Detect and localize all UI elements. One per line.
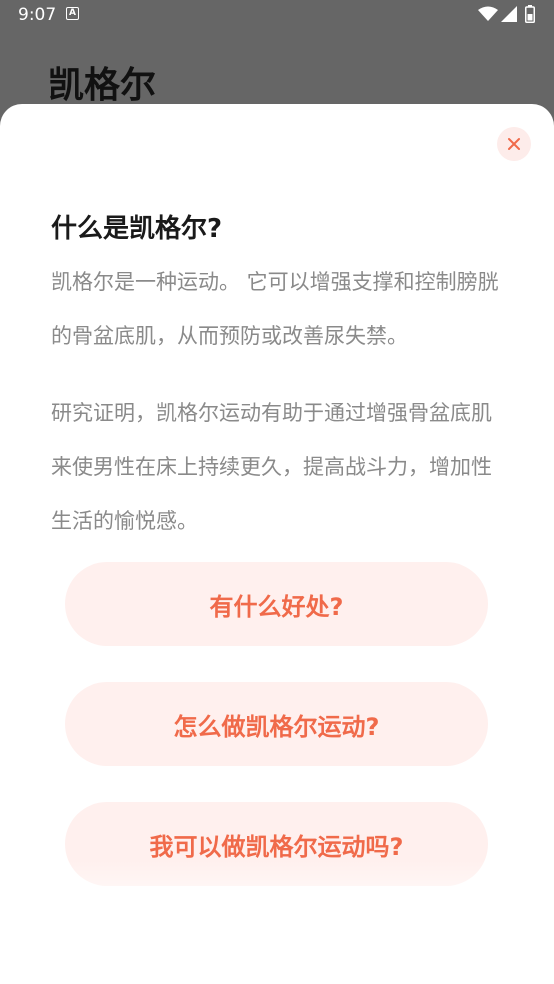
battery-icon <box>525 5 535 27</box>
benefits-button[interactable]: 有什么好处? <box>65 562 488 646</box>
close-icon <box>508 138 520 150</box>
can-i-do-button[interactable]: 我可以做凯格尔运动吗? <box>65 802 488 886</box>
description-paragraph-1: 凯格尔是一种运动。 它可以增强支撑和控制膀胱的骨盆底肌，从而预防或改善尿失禁。 <box>51 270 499 348</box>
sheet-heading: 什么是凯格尔? <box>51 214 223 244</box>
notification-icon: A <box>66 7 79 20</box>
wifi-icon <box>478 6 498 26</box>
how-to-button[interactable]: 怎么做凯格尔运动? <box>65 682 488 766</box>
close-button[interactable] <box>497 127 531 161</box>
description-paragraph-2: 研究证明，凯格尔运动有助于通过增强骨盆底肌来使男性在床上持续更久，提高战斗力，增… <box>51 401 492 533</box>
status-time: 9:07 <box>18 5 57 25</box>
background-page-title: 凯格尔 <box>48 65 157 106</box>
signal-icon <box>501 6 517 26</box>
status-bar: 9:07 A <box>0 0 554 30</box>
